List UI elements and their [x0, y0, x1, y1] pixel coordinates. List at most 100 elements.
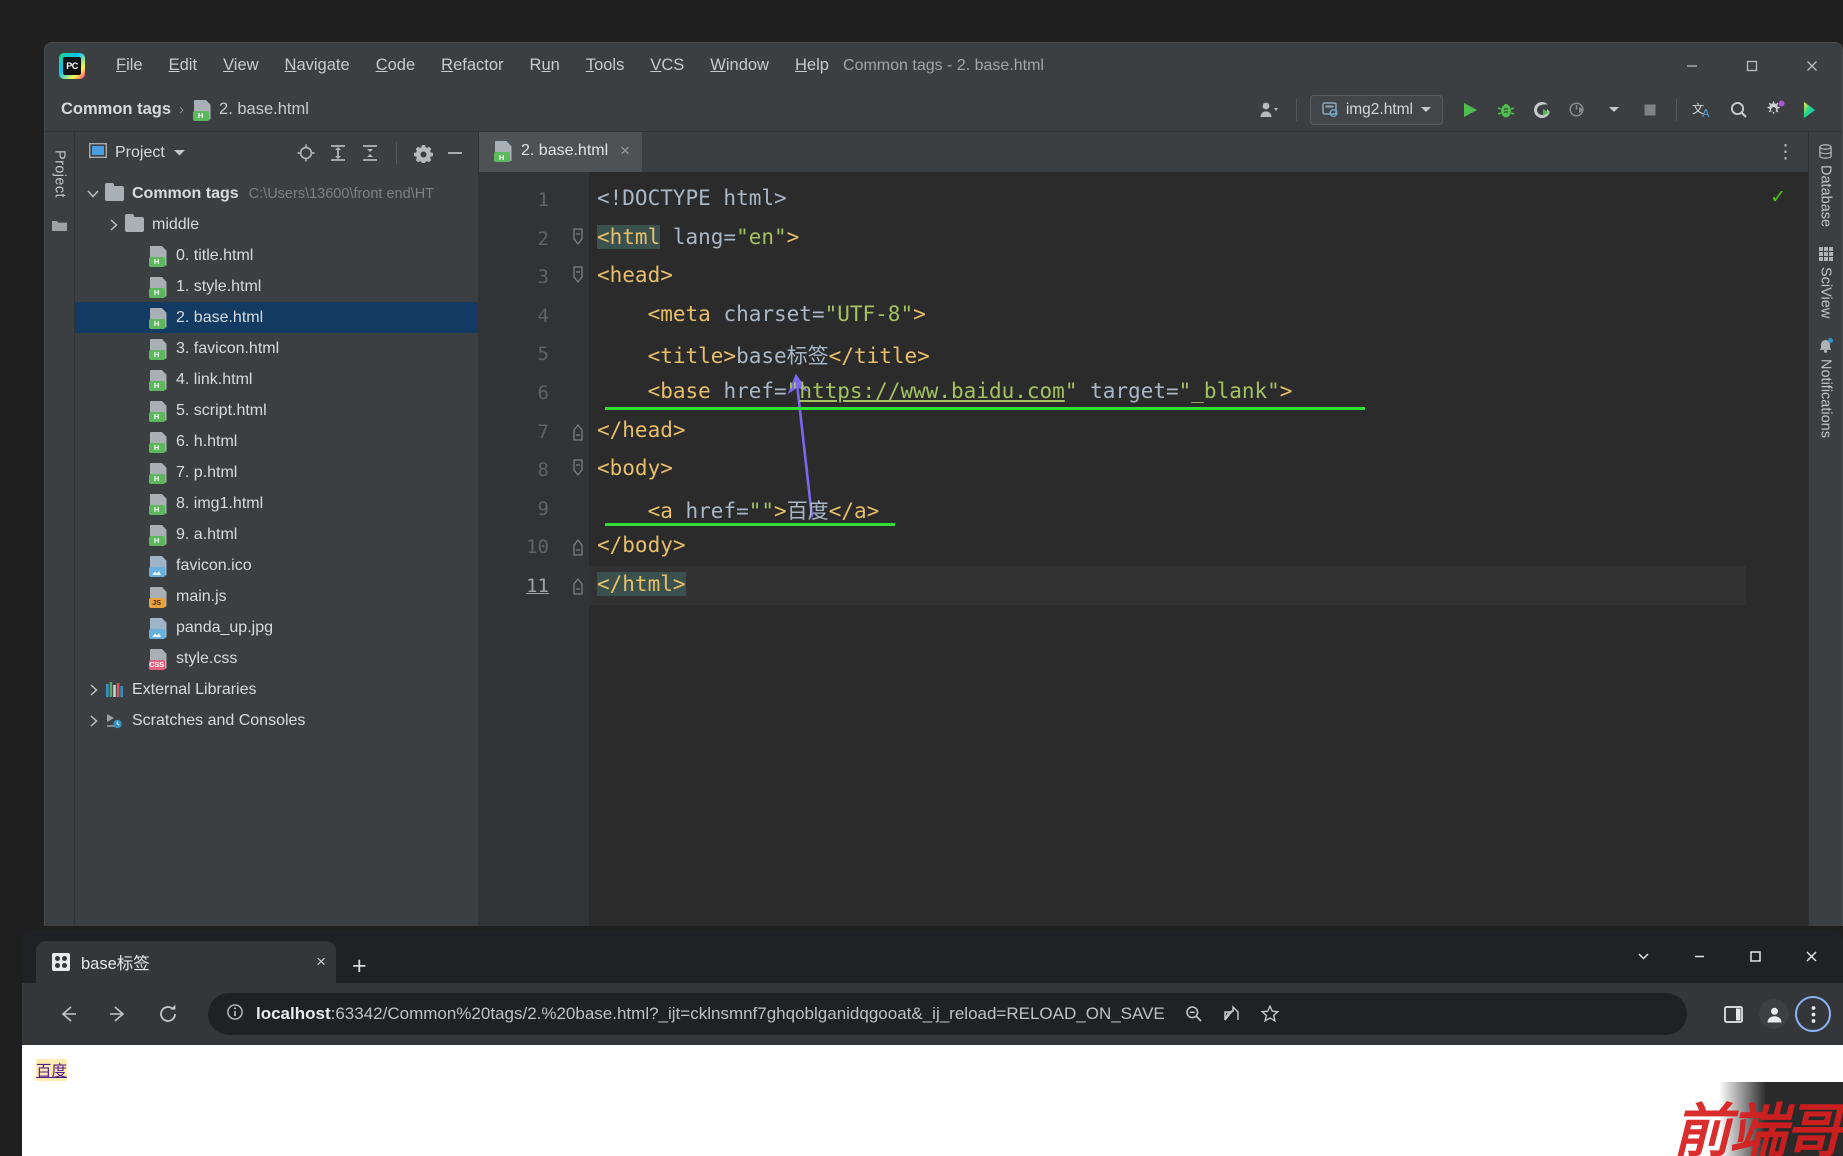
- inspection-status-icon[interactable]: ✓: [1770, 186, 1786, 209]
- tree-item[interactable]: H 6. h.html: [75, 426, 478, 457]
- profile-icon[interactable]: [1561, 93, 1595, 127]
- editor-area: H 2. base.html × ⋮ ✓ 1 <!DOCTYPE html> 2…: [479, 132, 1808, 926]
- close-icon[interactable]: [1782, 43, 1842, 88]
- hide-panel-icon[interactable]: [442, 140, 468, 166]
- address-bar[interactable]: localhost:63342/Common%20tags/2.%20base.…: [208, 993, 1687, 1035]
- main-toolbar: img2.html 文 A: [1253, 93, 1842, 127]
- tree-item[interactable]: H 4. link.html: [75, 364, 478, 395]
- side-panel-icon[interactable]: [1713, 994, 1753, 1034]
- sidebar-tab-sciview[interactable]: SciView: [1818, 247, 1834, 318]
- profile-avatar-icon[interactable]: [1759, 999, 1789, 1029]
- maximize-icon[interactable]: [1722, 43, 1782, 88]
- tree-item[interactable]: favicon.ico: [75, 550, 478, 581]
- tree-item[interactable]: H 2. base.html: [75, 302, 478, 333]
- reload-icon[interactable]: [148, 994, 188, 1034]
- tree-item[interactable]: Scratches and Consoles: [75, 705, 478, 736]
- line-number: 9: [537, 497, 549, 520]
- code-editor[interactable]: ✓ 1 <!DOCTYPE html> 2 <html lang="en"> 3 <hea…: [479, 172, 1808, 926]
- close-icon[interactable]: ×: [290, 952, 326, 972]
- tree-item[interactable]: middle: [75, 209, 478, 240]
- fold-open-icon[interactable]: [571, 458, 585, 485]
- fold-open-icon[interactable]: [571, 227, 585, 254]
- back-icon[interactable]: [48, 994, 88, 1034]
- close-icon[interactable]: ×: [616, 141, 630, 161]
- chevron-down-icon[interactable]: [173, 144, 186, 162]
- translate-icon[interactable]: 文A: [1686, 93, 1720, 127]
- browser-tab[interactable]: base标签 ×: [36, 941, 336, 983]
- chevron-right-icon[interactable]: [103, 218, 123, 231]
- settings-gear-icon[interactable]: [1758, 93, 1792, 127]
- menu-item-help[interactable]: Help: [782, 52, 842, 79]
- tree-item[interactable]: H 9. a.html: [75, 519, 478, 550]
- settings-icon[interactable]: [410, 140, 436, 166]
- breadcrumb-project[interactable]: Common tags: [61, 100, 171, 119]
- chevron-down-icon[interactable]: [1615, 930, 1671, 983]
- fold-close-icon[interactable]: [571, 574, 585, 601]
- tree-item-label: 3. favicon.html: [176, 339, 280, 357]
- tree-item[interactable]: H 5. script.html: [75, 395, 478, 426]
- new-tab-button[interactable]: +: [336, 954, 381, 983]
- tree-item[interactable]: H 3. favicon.html: [75, 333, 478, 364]
- editor-options-icon[interactable]: ⋮: [1776, 132, 1808, 172]
- folder-icon[interactable]: [51, 218, 68, 237]
- sidebar-tab-notifications[interactable]: Notifications: [1818, 338, 1834, 438]
- stop-icon[interactable]: [1633, 93, 1667, 127]
- chevron-down-icon[interactable]: [83, 189, 103, 198]
- menu-item-vcs[interactable]: VCS: [637, 52, 697, 79]
- tree-item[interactable]: JS main.js: [75, 581, 478, 612]
- run-configuration-selector[interactable]: img2.html: [1309, 94, 1443, 125]
- bookmark-star-icon[interactable]: [1253, 997, 1287, 1031]
- share-icon[interactable]: [1215, 997, 1249, 1031]
- search-icon[interactable]: [1722, 93, 1756, 127]
- tree-item[interactable]: Common tags C:\Users\13600\front end\HT: [75, 178, 478, 209]
- tree-item[interactable]: H 1. style.html: [75, 271, 478, 302]
- tree-item[interactable]: CSS style.css: [75, 643, 478, 674]
- tree-item[interactable]: H 0. title.html: [75, 240, 478, 271]
- user-dropdown-icon[interactable]: [1253, 93, 1287, 127]
- forward-icon[interactable]: [98, 994, 138, 1034]
- menu-item-code[interactable]: Code: [363, 52, 428, 79]
- menu-item-file[interactable]: File: [103, 52, 156, 79]
- expand-all-icon[interactable]: [325, 140, 351, 166]
- maximize-icon[interactable]: [1727, 930, 1783, 983]
- tree-item-label: style.css: [176, 649, 238, 667]
- menu-item-navigate[interactable]: Navigate: [272, 52, 363, 79]
- menu-item-tools[interactable]: Tools: [573, 52, 638, 79]
- kebab-menu-icon[interactable]: [1795, 996, 1831, 1032]
- tree-item-label: External Libraries: [132, 680, 257, 698]
- sidebar-tab-project[interactable]: Project: [48, 140, 72, 208]
- plugin-icon[interactable]: [1794, 93, 1828, 127]
- minimize-icon[interactable]: [1662, 43, 1722, 88]
- zoom-out-icon[interactable]: [1177, 997, 1211, 1031]
- fold-close-icon[interactable]: [571, 420, 585, 447]
- html-file-icon: H: [493, 141, 513, 162]
- debug-icon[interactable]: [1489, 93, 1523, 127]
- profile-dropdown-icon[interactable]: [1597, 93, 1631, 127]
- breadcrumb-file[interactable]: 2. base.html: [219, 100, 309, 119]
- fold-close-icon[interactable]: [571, 535, 585, 562]
- menu-item-edit[interactable]: Edit: [156, 52, 210, 79]
- minimize-icon[interactable]: [1671, 930, 1727, 983]
- line-number: 5: [537, 343, 549, 366]
- site-info-icon[interactable]: [226, 1003, 244, 1026]
- menu-item-refactor[interactable]: Refactor: [428, 52, 516, 79]
- menu-item-window[interactable]: Window: [697, 52, 782, 79]
- fold-open-icon[interactable]: [571, 265, 585, 292]
- tree-item[interactable]: H 8. img1.html: [75, 488, 478, 519]
- menu-item-run[interactable]: Run: [517, 52, 573, 79]
- sidebar-tab-database[interactable]: Database: [1818, 144, 1834, 227]
- run-coverage-icon[interactable]: [1525, 93, 1559, 127]
- page-link-baidu[interactable]: 百度: [36, 1059, 68, 1081]
- chevron-right-icon[interactable]: [83, 683, 103, 696]
- menu-item-view[interactable]: View: [210, 52, 271, 79]
- locate-icon[interactable]: [293, 140, 319, 166]
- chevron-right-icon[interactable]: [83, 714, 103, 727]
- tree-item[interactable]: H 7. p.html: [75, 457, 478, 488]
- collapse-all-icon[interactable]: [357, 140, 383, 166]
- tree-item[interactable]: External Libraries: [75, 674, 478, 705]
- tree-item[interactable]: panda_up.jpg: [75, 612, 478, 643]
- html-file-icon: H: [147, 462, 169, 484]
- close-icon[interactable]: [1783, 930, 1839, 983]
- editor-tab-base-html[interactable]: H 2. base.html ×: [479, 132, 643, 172]
- run-icon[interactable]: [1453, 93, 1487, 127]
